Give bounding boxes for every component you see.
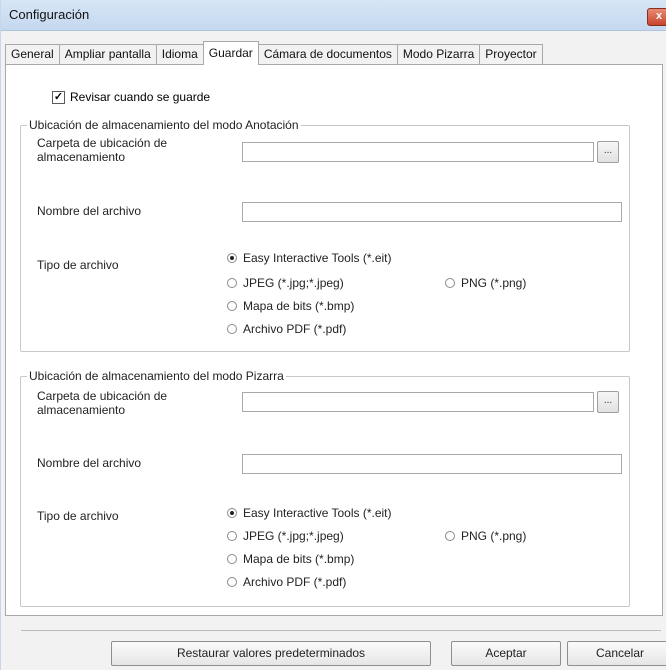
whiteboard-radio-pdf[interactable]: Archivo PDF (*.pdf) — [227, 575, 346, 589]
radio-selected-icon[interactable] — [227, 508, 237, 518]
annotation-folder-label: Carpeta de ubicación de almacenamiento — [37, 136, 168, 164]
whiteboard-radio-eit[interactable]: Easy Interactive Tools (*.eit) — [227, 506, 392, 520]
radio-label: Mapa de bits (*.bmp) — [243, 552, 355, 566]
footer-separator — [21, 630, 661, 631]
radio-label: JPEG (*.jpg;*.jpeg) — [243, 276, 344, 290]
radio-label: PNG (*.png) — [461, 276, 527, 290]
window-title: Configuración — [9, 7, 90, 22]
whiteboard-browse-button[interactable]: ... — [597, 391, 619, 413]
annotation-group-legend: Ubicación de almacenamiento del modo Ano… — [27, 118, 301, 132]
review-on-save-checkbox[interactable]: ✓ Revisar cuando se guarde — [52, 90, 210, 104]
radio-label: Archivo PDF (*.pdf) — [243, 322, 347, 336]
tab-guardar[interactable]: Guardar — [202, 41, 259, 65]
radio-unselected-icon[interactable] — [227, 554, 237, 564]
radio-unselected-icon[interactable] — [227, 531, 237, 541]
restore-defaults-button[interactable]: Restaurar valores predeterminados — [111, 641, 431, 666]
tab-bar: General Ampliar pantalla Idioma Guardar … — [5, 41, 543, 65]
whiteboard-folder-label: Carpeta de ubicación de almacenamiento — [37, 389, 168, 417]
whiteboard-folder-field[interactable] — [242, 392, 594, 412]
radio-label: Easy Interactive Tools (*.eit) — [243, 506, 392, 520]
tab-ampliar-pantalla[interactable]: Ampliar pantalla — [58, 44, 157, 65]
accept-button[interactable]: Aceptar — [451, 641, 561, 666]
radio-label: Easy Interactive Tools (*.eit) — [243, 251, 392, 265]
whiteboard-group-legend: Ubicación de almacenamiento del modo Piz… — [27, 369, 286, 383]
annotation-radio-png[interactable]: PNG (*.png) — [445, 276, 526, 290]
annotation-radio-bmp[interactable]: Mapa de bits (*.bmp) — [227, 299, 354, 313]
radio-unselected-icon[interactable] — [227, 278, 237, 288]
annotation-radio-jpeg[interactable]: JPEG (*.jpg;*.jpeg) — [227, 276, 344, 290]
tab-camara-documentos[interactable]: Cámara de documentos — [257, 44, 398, 65]
whiteboard-filename-label: Nombre del archivo — [37, 456, 142, 470]
whiteboard-filetype-label: Tipo de archivo — [37, 509, 119, 523]
close-button[interactable]: x — [647, 8, 666, 26]
whiteboard-radio-bmp[interactable]: Mapa de bits (*.bmp) — [227, 552, 354, 566]
radio-unselected-icon[interactable] — [445, 278, 455, 288]
cancel-button[interactable]: Cancelar — [567, 641, 666, 666]
radio-unselected-icon[interactable] — [227, 324, 237, 334]
radio-selected-icon[interactable] — [227, 253, 237, 263]
annotation-filename-field[interactable] — [242, 202, 622, 222]
whiteboard-radio-jpeg[interactable]: JPEG (*.jpg;*.jpeg) — [227, 529, 344, 543]
tab-general[interactable]: General — [5, 44, 60, 65]
review-on-save-label: Revisar cuando se guarde — [70, 90, 211, 104]
title-bar: Configuración x — [1, 0, 666, 31]
radio-unselected-icon[interactable] — [445, 531, 455, 541]
checkbox-check-icon[interactable]: ✓ — [52, 90, 65, 104]
radio-unselected-icon[interactable] — [227, 577, 237, 587]
radio-label: JPEG (*.jpg;*.jpeg) — [243, 529, 344, 543]
annotation-radio-eit[interactable]: Easy Interactive Tools (*.eit) — [227, 251, 392, 265]
tab-idioma[interactable]: Idioma — [155, 44, 204, 65]
annotation-filename-label: Nombre del archivo — [37, 204, 142, 218]
configuration-dialog: Configuración x General Ampliar pantalla… — [0, 0, 666, 670]
annotation-browse-button[interactable]: ... — [597, 141, 619, 163]
annotation-radio-pdf[interactable]: Archivo PDF (*.pdf) — [227, 322, 346, 336]
whiteboard-radio-png[interactable]: PNG (*.png) — [445, 529, 526, 543]
whiteboard-filename-field[interactable] — [242, 454, 622, 474]
radio-label: PNG (*.png) — [461, 529, 527, 543]
radio-label: Archivo PDF (*.pdf) — [243, 575, 347, 589]
annotation-filetype-label: Tipo de archivo — [37, 258, 119, 272]
radio-label: Mapa de bits (*.bmp) — [243, 299, 355, 313]
radio-unselected-icon[interactable] — [227, 301, 237, 311]
tab-modo-pizarra[interactable]: Modo Pizarra — [396, 44, 481, 65]
tab-proyector[interactable]: Proyector — [479, 44, 543, 65]
annotation-folder-field[interactable] — [242, 142, 594, 162]
